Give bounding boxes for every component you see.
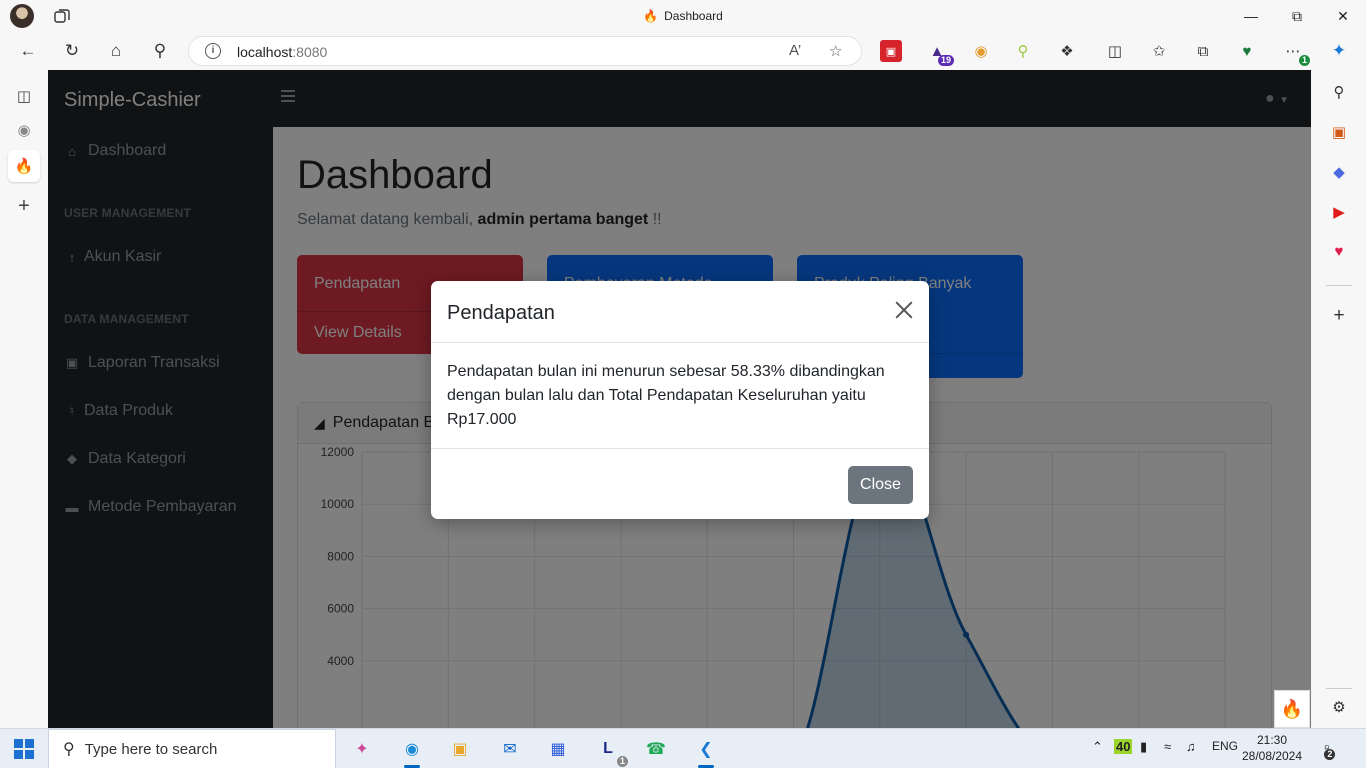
extensions-puzzle-icon[interactable]: ❖ — [1056, 40, 1078, 62]
whatsapp-icon[interactable]: ☎ — [642, 735, 670, 763]
notification-center-icon[interactable]: ▫ 2 — [1324, 739, 1336, 760]
outlook-icon[interactable]: ✉ — [496, 735, 524, 763]
browser-essentials-icon[interactable]: ♥ — [1236, 40, 1258, 62]
fire-tab-icon[interactable]: 🔥 — [8, 150, 40, 182]
home-button[interactable]: ⌂ — [102, 38, 130, 64]
office-icon[interactable]: ◆ — [1328, 161, 1350, 183]
pendapatan-modal: Pendapatan Pendapatan bulan ini menurun … — [431, 281, 929, 519]
fire-icon: 🔥 — [643, 9, 659, 23]
search-icon[interactable]: ⚲ — [146, 38, 174, 64]
browser-title-bar: 🔥 Dashboard — ⧉ ✕ — [0, 0, 1366, 32]
volume-icon[interactable]: ♫ — [1186, 739, 1196, 754]
close-window-button[interactable]: ✕ — [1320, 4, 1366, 28]
battery-icon[interactable]: ▮ — [1140, 739, 1147, 755]
extension-colorful-icon[interactable]: ◉ — [970, 40, 992, 62]
heart-app-icon[interactable]: ♥ — [1328, 240, 1350, 262]
add-tab-icon[interactable]: + — [8, 190, 40, 222]
wifi-icon[interactable]: ≈ — [1164, 739, 1171, 754]
clock-time: 21:30 — [1256, 733, 1288, 747]
split-screen-icon[interactable]: ◫ — [1104, 40, 1126, 62]
weather-temperature[interactable]: 40 — [1114, 739, 1133, 754]
github-icon[interactable]: ◉ — [8, 114, 40, 146]
sidebar-divider — [1326, 285, 1352, 286]
close-icon[interactable] — [893, 299, 915, 321]
refresh-button[interactable]: ↻ — [58, 38, 86, 64]
modal-header: Pendapatan — [431, 281, 929, 343]
file-explorer-icon[interactable]: ▣ — [446, 735, 474, 763]
extension-graduation-icon[interactable]: ▲ 19 — [926, 40, 954, 66]
search-placeholder: Type here to search — [84, 740, 218, 758]
toolbox-icon[interactable]: ▣ — [1328, 121, 1350, 143]
clock-date: 28/08/2024 — [1241, 749, 1303, 763]
copilot-icon[interactable]: ✦ — [1328, 40, 1350, 62]
more-menu-icon[interactable]: ⋯ 1 — [1282, 40, 1310, 66]
favorites-icon[interactable]: ✩ — [1148, 40, 1170, 62]
sidebar-settings-gear-icon[interactable]: ⚙ — [1328, 696, 1350, 718]
modal-footer: Close — [431, 448, 929, 519]
vscode-icon[interactable]: ❮ — [692, 735, 720, 768]
minimize-button[interactable]: — — [1228, 4, 1274, 28]
search-icon: ⚲ — [63, 741, 75, 758]
edge-taskbar-icon[interactable]: ◉ — [398, 735, 426, 768]
youtube-icon[interactable]: ▶ — [1328, 201, 1350, 223]
site-info-icon[interactable]: i — [205, 43, 221, 59]
restore-button[interactable]: ⧉ — [1274, 4, 1320, 28]
extension-key-icon[interactable]: ⚲ — [1012, 40, 1034, 62]
l-app-icon[interactable]: L1 — [594, 735, 628, 767]
sidebar-search-icon[interactable]: ⚲ — [1328, 81, 1350, 103]
show-hidden-icons-chevron-icon[interactable]: ⌃ — [1092, 739, 1103, 755]
extension-red-icon[interactable]: ▣ — [880, 40, 902, 62]
browser-right-sidebar: ⚲ ▣ ◆ ▶ ♥ + ⚙ — [1312, 70, 1366, 728]
favorite-star-icon[interactable]: ☆ — [829, 42, 842, 60]
collections-icon[interactable]: ⧉ — [1192, 40, 1214, 62]
web-app: Simple-Cashier ⌂Dashboard USER MANAGEMEN… — [48, 70, 1311, 728]
language-indicator[interactable]: ENG — [1212, 739, 1238, 753]
taskbar-search-box[interactable]: ⚲ Type here to search — [48, 729, 336, 768]
read-aloud-icon[interactable]: A’ — [789, 42, 801, 59]
window-title: 🔥 Dashboard — [643, 9, 723, 23]
tabs-panel-icon[interactable]: ◫ — [8, 80, 40, 112]
copilot-taskbar-icon[interactable]: ✦ — [348, 735, 376, 763]
taskbar-clock[interactable]: 21:30 28/08/2024 — [1236, 732, 1308, 764]
windows-start-icon[interactable] — [14, 739, 34, 759]
address-bar[interactable]: i localhost:8080 A’ ☆ — [188, 36, 862, 66]
close-button[interactable]: Close — [848, 466, 913, 504]
profile-avatar[interactable] — [10, 4, 34, 28]
modal-body-text: Pendapatan bulan ini menurun sebesar 58.… — [447, 363, 885, 428]
store-icon[interactable]: ▦ — [544, 735, 572, 763]
floating-fire-icon[interactable]: 🔥 — [1274, 690, 1310, 728]
back-button[interactable]: ← — [14, 38, 42, 64]
url-text[interactable]: localhost:8080 — [237, 44, 327, 60]
address-toolbar: ← ↻ ⌂ ⚲ i localhost:8080 A’ ☆ ▣ ▲ 19 ◉ ⚲ … — [0, 32, 1366, 70]
windows-taskbar: ⚲ Type here to search ✦ ◉ ▣ ✉ ▦ L1 ☎ ❮ ⌃… — [0, 728, 1366, 768]
tab-actions-icon[interactable] — [54, 8, 70, 24]
add-sidebar-app-icon[interactable]: + — [1328, 305, 1350, 327]
browser-left-sidebar: ◫ ◉ 🔥 + — [0, 70, 48, 728]
modal-title: Pendapatan — [447, 302, 555, 324]
sidebar-divider — [1326, 688, 1352, 689]
